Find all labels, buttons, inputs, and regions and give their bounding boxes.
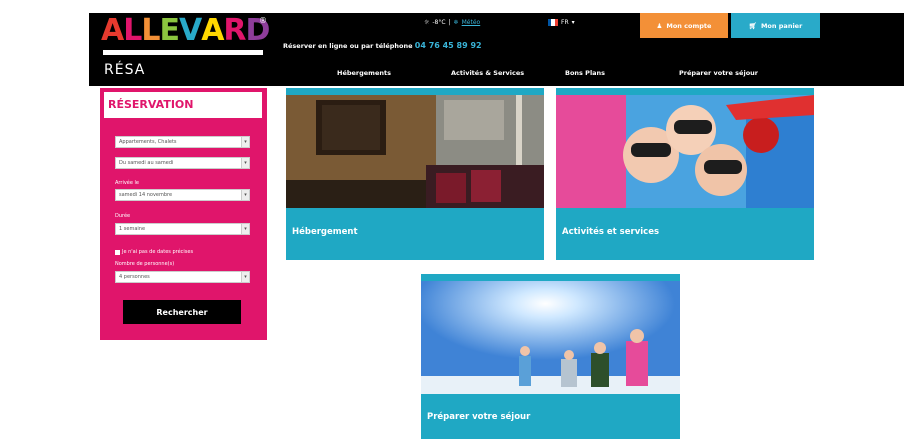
checkbox-box[interactable] — [115, 249, 120, 255]
no-dates-checkbox[interactable]: Je n'ai pas de dates précises — [115, 249, 193, 255]
duration-select[interactable]: 1 semaine ▾ — [115, 223, 250, 235]
search-button[interactable]: Rechercher — [123, 300, 241, 324]
weather-widget[interactable]: ☼ -8°C | ❄ Météo — [424, 19, 480, 26]
language-label: FR — [561, 19, 569, 26]
reservation-panel: RÉSERVATION Appartements, Chalets ▾ Du s… — [100, 88, 267, 340]
card-label: Préparer votre séjour — [427, 412, 531, 422]
type-select[interactable]: Appartements, Chalets ▾ — [115, 136, 250, 148]
logo-letter: R — [223, 13, 246, 48]
main-nav: Hébergements Activités & Services Bons P… — [0, 69, 904, 79]
logo-letter: A — [201, 13, 224, 48]
card-preparer[interactable]: Préparer votre séjour — [421, 274, 680, 439]
user-icon: ♟ — [656, 21, 663, 30]
reservation-title: RÉSERVATION — [104, 92, 262, 118]
snow-photo — [421, 281, 680, 394]
phone-label: Réserver en ligne ou par téléphone — [283, 42, 413, 50]
cart-label: Mon panier — [760, 21, 803, 30]
select-arrow-icon: ▾ — [241, 190, 249, 200]
nav-item-preparer[interactable]: Préparer votre séjour — [679, 69, 758, 77]
logo-letter: E — [159, 13, 179, 48]
logo-underline — [103, 50, 263, 55]
caret-down-icon: ▾ — [571, 19, 575, 26]
cart-icon: 🛒︎ — [748, 21, 757, 30]
logo-letter: L — [141, 13, 160, 48]
persons-select[interactable]: 4 personnes ▾ — [115, 271, 250, 283]
select-arrow-icon: ▾ — [241, 272, 249, 282]
phone-booking: Réserver en ligne ou par téléphone 04 76… — [283, 41, 482, 50]
phone-number[interactable]: 04 76 45 89 92 — [415, 41, 482, 50]
language-selector[interactable]: FR ▾ — [548, 19, 575, 26]
nav-item-bons-plans[interactable]: Bons Plans — [565, 69, 605, 77]
card-label: Hébergement — [292, 227, 358, 237]
no-dates-label: Je n'ai pas de dates précises — [122, 249, 194, 255]
select-arrow-icon: ▾ — [241, 137, 249, 147]
logo-letter: A — [101, 13, 124, 48]
persons-value: 4 personnes — [119, 274, 150, 280]
period-select[interactable]: Du samedi au samedi ▾ — [115, 157, 250, 169]
cart-button[interactable]: 🛒︎ Mon panier — [731, 13, 820, 38]
interior-photo — [286, 95, 544, 208]
divider: | — [448, 19, 451, 26]
logo-wordmark: A L L E V A R D — [101, 13, 270, 48]
select-arrow-icon: ▾ — [241, 158, 249, 168]
flag-icon — [548, 19, 558, 26]
arrival-select[interactable]: samedi 14 novembre ▾ — [115, 189, 250, 201]
skiers-photo — [556, 95, 814, 208]
logo-letter: L — [123, 13, 142, 48]
nav-item-hebergements[interactable]: Hébergements — [337, 69, 391, 77]
duration-value: 1 semaine — [119, 226, 146, 232]
account-label: Mon compte — [666, 21, 712, 30]
weather-link[interactable]: Météo — [462, 19, 481, 26]
arrival-label: Arrivée le — [115, 180, 139, 186]
type-value: Appartements, Chalets — [119, 139, 177, 145]
weather-icon: ☼ — [424, 19, 430, 26]
logo-letter: V — [178, 13, 202, 48]
nav-item-activites[interactable]: Activités & Services — [451, 69, 524, 77]
account-button[interactable]: ♟ Mon compte — [640, 13, 728, 38]
persons-label: Nombre de personne(s) — [115, 261, 175, 267]
card-label: Activités et services — [562, 227, 660, 237]
weather-temp: -8°C — [432, 19, 446, 26]
arrival-value: samedi 14 novembre — [119, 192, 173, 198]
card-hebergement[interactable]: Hébergement — [286, 88, 544, 260]
snow-icon: ❄ — [453, 19, 459, 26]
card-activites[interactable]: Activités et services — [556, 88, 814, 260]
registered-mark: ® — [259, 16, 267, 25]
select-arrow-icon: ▾ — [241, 224, 249, 234]
period-value: Du samedi au samedi — [119, 160, 174, 166]
duration-label: Durée — [115, 213, 131, 219]
